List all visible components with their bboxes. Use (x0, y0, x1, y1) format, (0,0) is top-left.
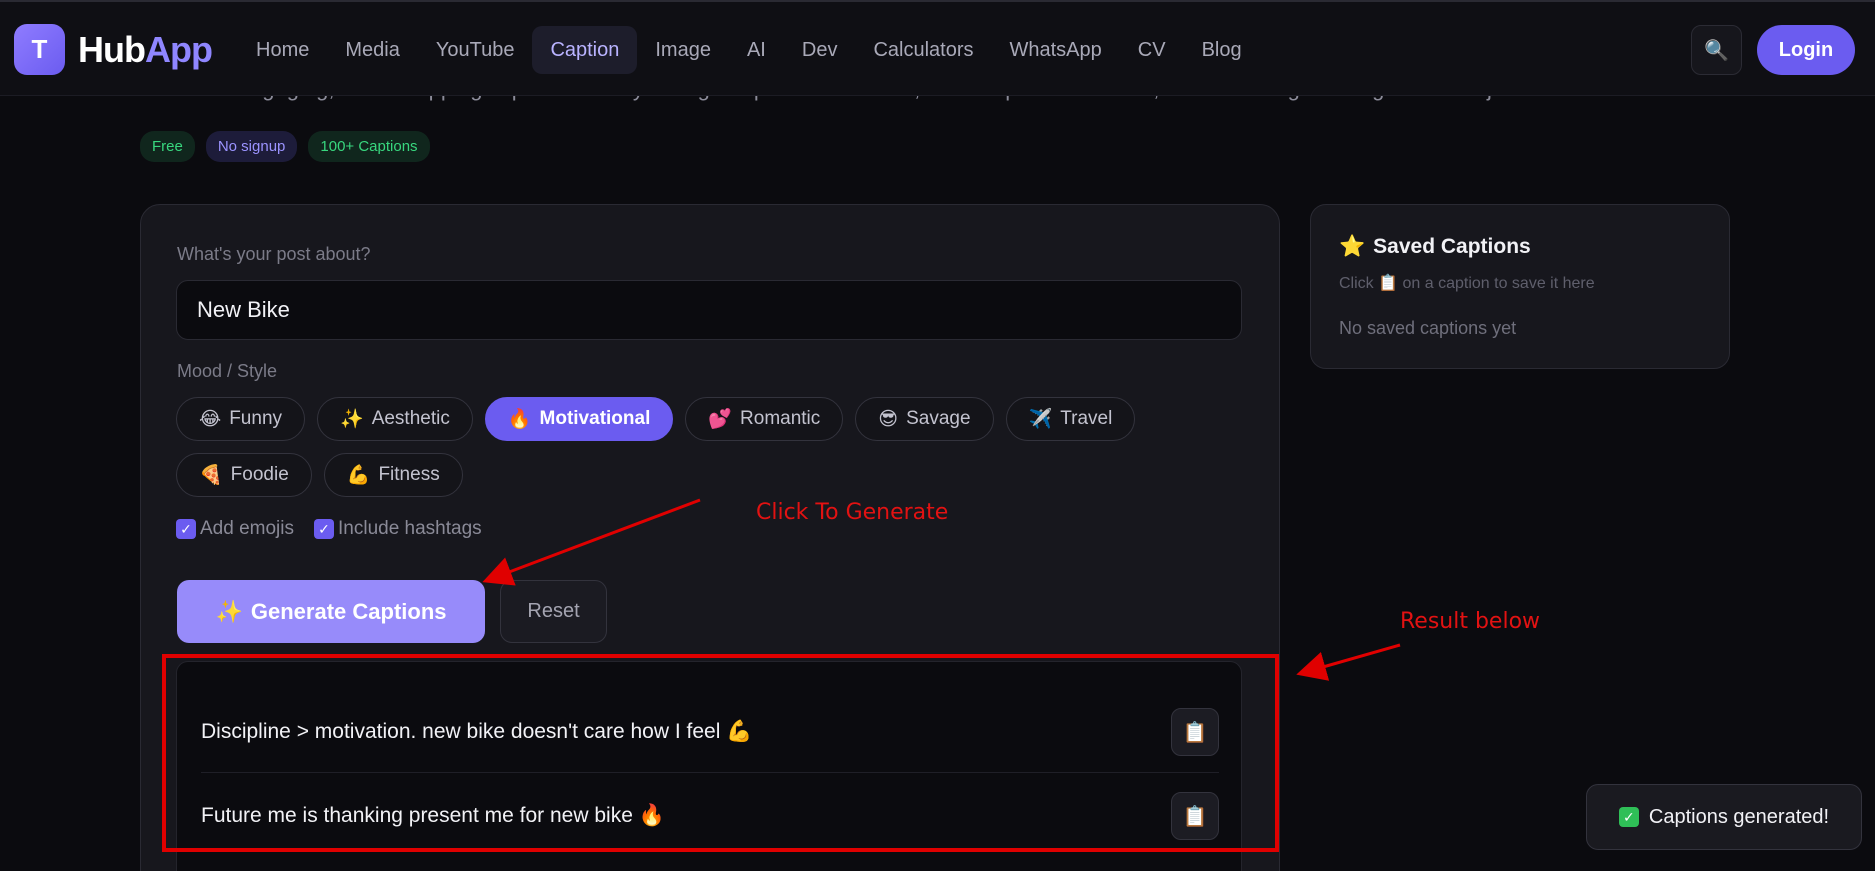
saved-hint-suffix: on a caption to save it here (1402, 275, 1595, 292)
nav-ai[interactable]: AI (729, 26, 784, 74)
mood-label-foodie: Foodie (230, 464, 289, 485)
nav-blog[interactable]: Blog (1184, 26, 1260, 74)
saved-captions-heading: Saved Captions (1373, 235, 1531, 258)
copy-caption-button[interactable]: 📋 (1171, 792, 1219, 840)
mood-funny[interactable]: 😂 Funny (176, 397, 306, 441)
logo-hub: Hub (78, 29, 146, 70)
saved-captions-title: ⭐ Saved Captions (1339, 235, 1531, 259)
top-navbar: T HubApp Home Media YouTube Caption Imag… (0, 0, 1875, 96)
mood-fitness[interactable]: 💪 Fitness (323, 453, 463, 497)
nav-dev[interactable]: Dev (784, 26, 856, 74)
mood-motivational[interactable]: 🔥 Motivational (484, 397, 674, 441)
login-button[interactable]: Login (1757, 25, 1855, 75)
annotation-result-below: Result below (1400, 609, 1541, 634)
nav-home[interactable]: Home (238, 26, 327, 74)
annotation-click-to-generate: Click To Generate (756, 500, 949, 525)
sunglasses-icon: 😎 (878, 408, 899, 430)
nav-image[interactable]: Image (637, 26, 729, 74)
add-emojis-label: Add emojis (200, 518, 294, 539)
annotation-arrow-results (1296, 643, 1401, 681)
fire-icon: 🔥 (507, 409, 532, 430)
logo-badge[interactable]: T (14, 24, 65, 75)
generate-captions-label: Generate Captions (250, 598, 447, 624)
main-nav: Home Media YouTube Caption Image AI Dev … (238, 26, 1260, 74)
star-icon: ⭐ (1339, 235, 1366, 258)
check-icon: ✓ (1618, 807, 1639, 827)
saved-captions-hint: Click 📋 on a caption to save it here (1339, 273, 1595, 293)
feature-tags: Free No signup 100+ Captions (140, 131, 430, 162)
generate-captions-button[interactable]: ✨ Generate Captions (177, 580, 485, 643)
clipboard-icon: 📋 (1182, 721, 1208, 744)
nav-youtube[interactable]: YouTube (418, 26, 533, 74)
clipboard-icon: 📋 (1378, 275, 1399, 292)
nav-cv[interactable]: CV (1120, 26, 1184, 74)
add-emojis-option[interactable]: ✓ Add emojis (176, 518, 294, 540)
mood-label-savage: Savage (906, 408, 971, 429)
mood-label: Mood / Style (177, 361, 278, 381)
mood-romantic[interactable]: 💕 Romantic (685, 397, 844, 441)
sparkles-icon: ✨ (215, 598, 243, 624)
result-divider (201, 772, 1219, 773)
post-topic-label: What's your post about? (177, 244, 371, 264)
nav-caption[interactable]: Caption (532, 26, 638, 74)
logo-text[interactable]: HubApp (78, 29, 213, 71)
mood-label-travel: Travel (1060, 408, 1113, 429)
include-hashtags-checkbox[interactable]: ✓ (314, 519, 334, 539)
reset-button[interactable]: Reset (500, 580, 607, 643)
mood-travel[interactable]: ✈️ Travel (1005, 397, 1136, 441)
mood-savage[interactable]: 😎 Savage (855, 397, 994, 441)
mood-label-fitness: Fitness (378, 464, 440, 485)
hearts-icon: 💕 (708, 409, 733, 430)
post-topic-input[interactable] (176, 280, 1242, 340)
include-hashtags-option[interactable]: ✓ Include hashtags (314, 518, 482, 540)
mood-label-funny: Funny (229, 408, 283, 429)
mood-foodie[interactable]: 🍕 Foodie (176, 453, 312, 497)
mood-options: 😂 Funny ✨ Aesthetic 🔥 Motivational 💕 Romanti… (176, 397, 1256, 441)
toast-text: Captions generated! (1648, 805, 1830, 828)
saved-hint-prefix: Click (1339, 275, 1374, 292)
nav-whatsapp[interactable]: WhatsApp (992, 26, 1120, 74)
search-icon: 🔍 (1704, 39, 1729, 62)
mood-aesthetic[interactable]: ✨ Aesthetic (317, 397, 473, 441)
add-emojis-checkbox[interactable]: ✓ (176, 519, 196, 539)
flexed-biceps-icon: 💪 (346, 465, 371, 486)
clipboard-icon: 📋 (1182, 805, 1208, 828)
copy-caption-button[interactable]: 📋 (1171, 708, 1219, 756)
mood-options-row-2: 🍕 Foodie 💪 Fitness (176, 453, 1256, 497)
sparkles-icon: ✨ (340, 409, 364, 430)
result-caption-text[interactable]: Discipline > motivation. new bike doesn'… (201, 720, 752, 744)
logo-app: App (144, 29, 213, 70)
options-checkboxes: ✓ Add emojis ✓ Include hashtags (176, 518, 482, 540)
tag-no-signup: No signup (205, 131, 298, 162)
include-hashtags-label: Include hashtags (338, 518, 482, 539)
nav-calculators[interactable]: Calculators (855, 26, 991, 74)
search-button[interactable]: 🔍 (1691, 25, 1742, 75)
tag-captions-count: 100+ Captions (308, 131, 430, 162)
result-caption-text[interactable]: Future me is thanking present me for new… (201, 804, 665, 828)
laughing-icon: 😂 (199, 408, 222, 430)
toast-notification: ✓ Captions generated! (1586, 784, 1862, 850)
nav-media[interactable]: Media (327, 26, 417, 74)
caption-results: Discipline > motivation. new bike doesn'… (176, 661, 1242, 871)
mood-label-romantic: Romantic (740, 408, 821, 429)
mood-label-motivational: Motivational (539, 408, 651, 429)
airplane-icon: ✈️ (1028, 409, 1053, 430)
saved-captions-panel: ⭐ Saved Captions Click 📋 on a caption to… (1310, 204, 1730, 369)
saved-captions-empty: No saved captions yet (1339, 318, 1517, 338)
pizza-icon: 🍕 (199, 465, 223, 486)
mood-label-aesthetic: Aesthetic (371, 408, 450, 429)
tag-free: Free (140, 131, 195, 162)
result-item: Future me is thanking present me for new… (201, 774, 1219, 858)
result-item: Discipline > motivation. new bike doesn'… (201, 690, 1219, 774)
